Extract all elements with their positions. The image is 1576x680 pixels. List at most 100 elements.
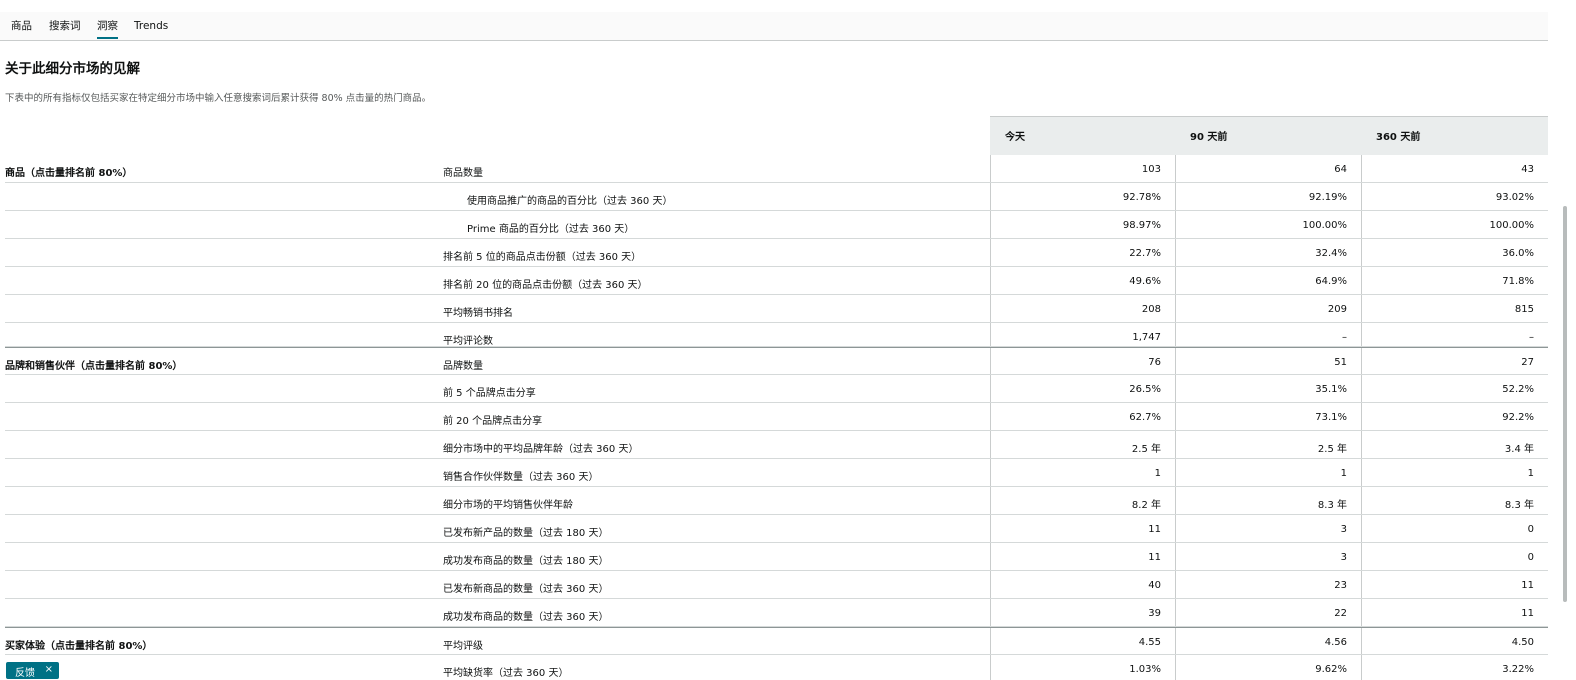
table-row: 商品（点击量排名前 80%） 商品数量 103 64 43 bbox=[5, 155, 1548, 183]
cell-value: 0 bbox=[1527, 524, 1534, 535]
row-group-label: 买家体验（点击量排名前 80%） bbox=[5, 641, 153, 652]
table-row: Prime 商品的百分比（过去 360 天） 98.97% 100.00% 100.0… bbox=[5, 211, 1548, 239]
cell-today: 22.7% bbox=[990, 239, 1175, 266]
cell-value: 3 bbox=[1340, 524, 1347, 535]
table-row: 细分市场的平均销售伙伴年龄 8.2 年 8.3 年 8.3 年 bbox=[5, 487, 1548, 515]
cell-value: 73.1% bbox=[1315, 412, 1347, 423]
tab-search-terms[interactable]: 搜索词 bbox=[49, 20, 81, 33]
cell-360-days-ago: 43 bbox=[1361, 155, 1548, 182]
cell-90-days-ago: 51 bbox=[1175, 348, 1361, 374]
table-row: 成功发布商品的数量（过去 180 天） 11 3 0 bbox=[5, 543, 1548, 571]
cell-today: 103 bbox=[990, 155, 1175, 182]
cell-today: 40 bbox=[990, 571, 1175, 598]
cell-value: 11 bbox=[1521, 608, 1534, 619]
cell-90-days-ago: 92.19% bbox=[1175, 183, 1361, 210]
cell-360-days-ago: 27 bbox=[1361, 348, 1548, 374]
cell-value: 8.3 年 bbox=[1504, 500, 1534, 511]
cell-value: 100.00% bbox=[1489, 220, 1535, 231]
cell-value: 62.7% bbox=[1129, 412, 1161, 423]
row-metric-label: 前 5 个品牌点击分享 bbox=[443, 388, 536, 399]
row-metric-label: 平均评级 bbox=[443, 641, 483, 652]
row-metric-label: 细分市场中的平均品牌年龄（过去 360 天） bbox=[443, 444, 639, 455]
cell-value: 64 bbox=[1334, 164, 1347, 175]
cell-today: 1 bbox=[990, 459, 1175, 486]
cell-today: 11 bbox=[990, 515, 1175, 542]
cell-today: 2.5 年 bbox=[990, 431, 1175, 458]
cell-today: 76 bbox=[990, 348, 1175, 374]
row-metric-label: 已发布新商品的数量（过去 360 天） bbox=[443, 584, 609, 595]
row-metric-label: 前 20 个品牌点击分享 bbox=[443, 416, 543, 427]
cell-value: 32.4% bbox=[1315, 248, 1347, 259]
cell-value: 11 bbox=[1148, 524, 1161, 535]
cell-value: 9.62% bbox=[1315, 664, 1347, 675]
cell-360-days-ago: 1 bbox=[1361, 459, 1548, 486]
cell-value: 76 bbox=[1148, 357, 1161, 368]
tab-bar: 商品 搜索词 洞察 Trends bbox=[0, 12, 1548, 41]
cell-today: 62.7% bbox=[990, 403, 1175, 430]
cell-360-days-ago: 4.50 bbox=[1361, 628, 1548, 654]
cell-value: 92.19% bbox=[1308, 192, 1347, 203]
cell-value: 4.55 bbox=[1138, 637, 1161, 648]
close-icon[interactable]: × bbox=[45, 664, 53, 675]
cell-value: 208 bbox=[1141, 304, 1161, 315]
cell-value: 71.8% bbox=[1502, 276, 1534, 287]
cell-value: 92.78% bbox=[1122, 192, 1161, 203]
cell-360-days-ago: 100.00% bbox=[1361, 211, 1548, 238]
cell-value: 22 bbox=[1334, 608, 1347, 619]
cell-360-days-ago: 52.2% bbox=[1361, 375, 1548, 402]
cell-today: 4.55 bbox=[990, 628, 1175, 654]
cell-90-days-ago: – bbox=[1175, 323, 1361, 346]
scrollbar-thumb[interactable] bbox=[1563, 206, 1567, 602]
tab-products[interactable]: 商品 bbox=[11, 20, 32, 33]
row-metric-label: 商品数量 bbox=[443, 168, 483, 179]
cell-today: 49.6% bbox=[990, 267, 1175, 294]
cell-today: 26.5% bbox=[990, 375, 1175, 402]
cell-360-days-ago: – bbox=[1361, 323, 1548, 346]
cell-today: 1,747 bbox=[990, 323, 1175, 346]
table-row: 买家体验（点击量排名前 80%） 平均评级 4.55 4.56 4.50 bbox=[5, 627, 1548, 655]
cell-90-days-ago: 22 bbox=[1175, 599, 1361, 626]
cell-360-days-ago: 815 bbox=[1361, 295, 1548, 322]
cell-90-days-ago: 4.56 bbox=[1175, 628, 1361, 654]
cell-value: 4.56 bbox=[1324, 637, 1347, 648]
tab-insights[interactable]: 洞察 bbox=[97, 20, 118, 39]
feedback-button[interactable]: 反馈 × bbox=[6, 662, 59, 679]
row-metric-label: 排名前 5 位的商品点击份额（过去 360 天） bbox=[443, 252, 642, 263]
row-group-label: 商品（点击量排名前 80%） bbox=[5, 168, 133, 179]
row-metric-label: 平均畅销书排名 bbox=[443, 308, 513, 319]
tab-trends[interactable]: Trends bbox=[134, 20, 168, 33]
cell-90-days-ago: 32.4% bbox=[1175, 239, 1361, 266]
table-row: 销售合作伙伴数量（过去 360 天） 1 1 1 bbox=[5, 459, 1548, 487]
row-metric-label: 已发布新产品的数量（过去 180 天） bbox=[443, 528, 609, 539]
cell-value: 8.2 年 bbox=[1131, 500, 1161, 511]
row-metric-label: 销售合作伙伴数量（过去 360 天） bbox=[443, 472, 599, 483]
feedback-label: 反馈 bbox=[15, 668, 35, 679]
section-title: 关于此细分市场的见解 bbox=[5, 61, 140, 77]
cell-value: 93.02% bbox=[1495, 192, 1534, 203]
row-metric-label: 成功发布商品的数量（过去 360 天） bbox=[443, 612, 609, 623]
table-row: 平均缺货率（过去 360 天） 1.03% 9.62% 3.22% bbox=[5, 655, 1548, 680]
cell-value: 1 bbox=[1154, 468, 1161, 479]
cell-value: 52.2% bbox=[1502, 384, 1534, 395]
cell-value: 100.00% bbox=[1302, 220, 1348, 231]
cell-90-days-ago: 209 bbox=[1175, 295, 1361, 322]
cell-90-days-ago: 64 bbox=[1175, 155, 1361, 182]
cell-value: 815 bbox=[1514, 304, 1534, 315]
section-description: 下表中的所有指标仅包括买家在特定细分市场中输入任意搜索词后累计获得 80% 点击… bbox=[5, 93, 432, 104]
row-metric-label: 品牌数量 bbox=[443, 361, 483, 372]
table-row: 前 5 个品牌点击分享 26.5% 35.1% 52.2% bbox=[5, 375, 1548, 403]
cell-360-days-ago: 93.02% bbox=[1361, 183, 1548, 210]
row-metric-label: 排名前 20 位的商品点击份额（过去 360 天） bbox=[443, 280, 648, 291]
row-metric-label: 细分市场的平均销售伙伴年龄 bbox=[443, 500, 573, 511]
cell-today: 11 bbox=[990, 543, 1175, 570]
cell-360-days-ago: 11 bbox=[1361, 599, 1548, 626]
row-metric-label: 成功发布商品的数量（过去 180 天） bbox=[443, 556, 609, 567]
cell-today: 8.2 年 bbox=[990, 487, 1175, 514]
cell-value: 11 bbox=[1521, 580, 1534, 591]
table-row: 排名前 20 位的商品点击份额（过去 360 天） 49.6% 64.9% 71.8% bbox=[5, 267, 1548, 295]
column-header-90-days-ago: 90 天前 bbox=[1190, 132, 1228, 143]
cell-today: 39 bbox=[990, 599, 1175, 626]
row-metric-label: 平均评论数 bbox=[443, 336, 493, 347]
cell-value: 3.4 年 bbox=[1504, 444, 1534, 455]
cell-value: 36.0% bbox=[1502, 248, 1534, 259]
